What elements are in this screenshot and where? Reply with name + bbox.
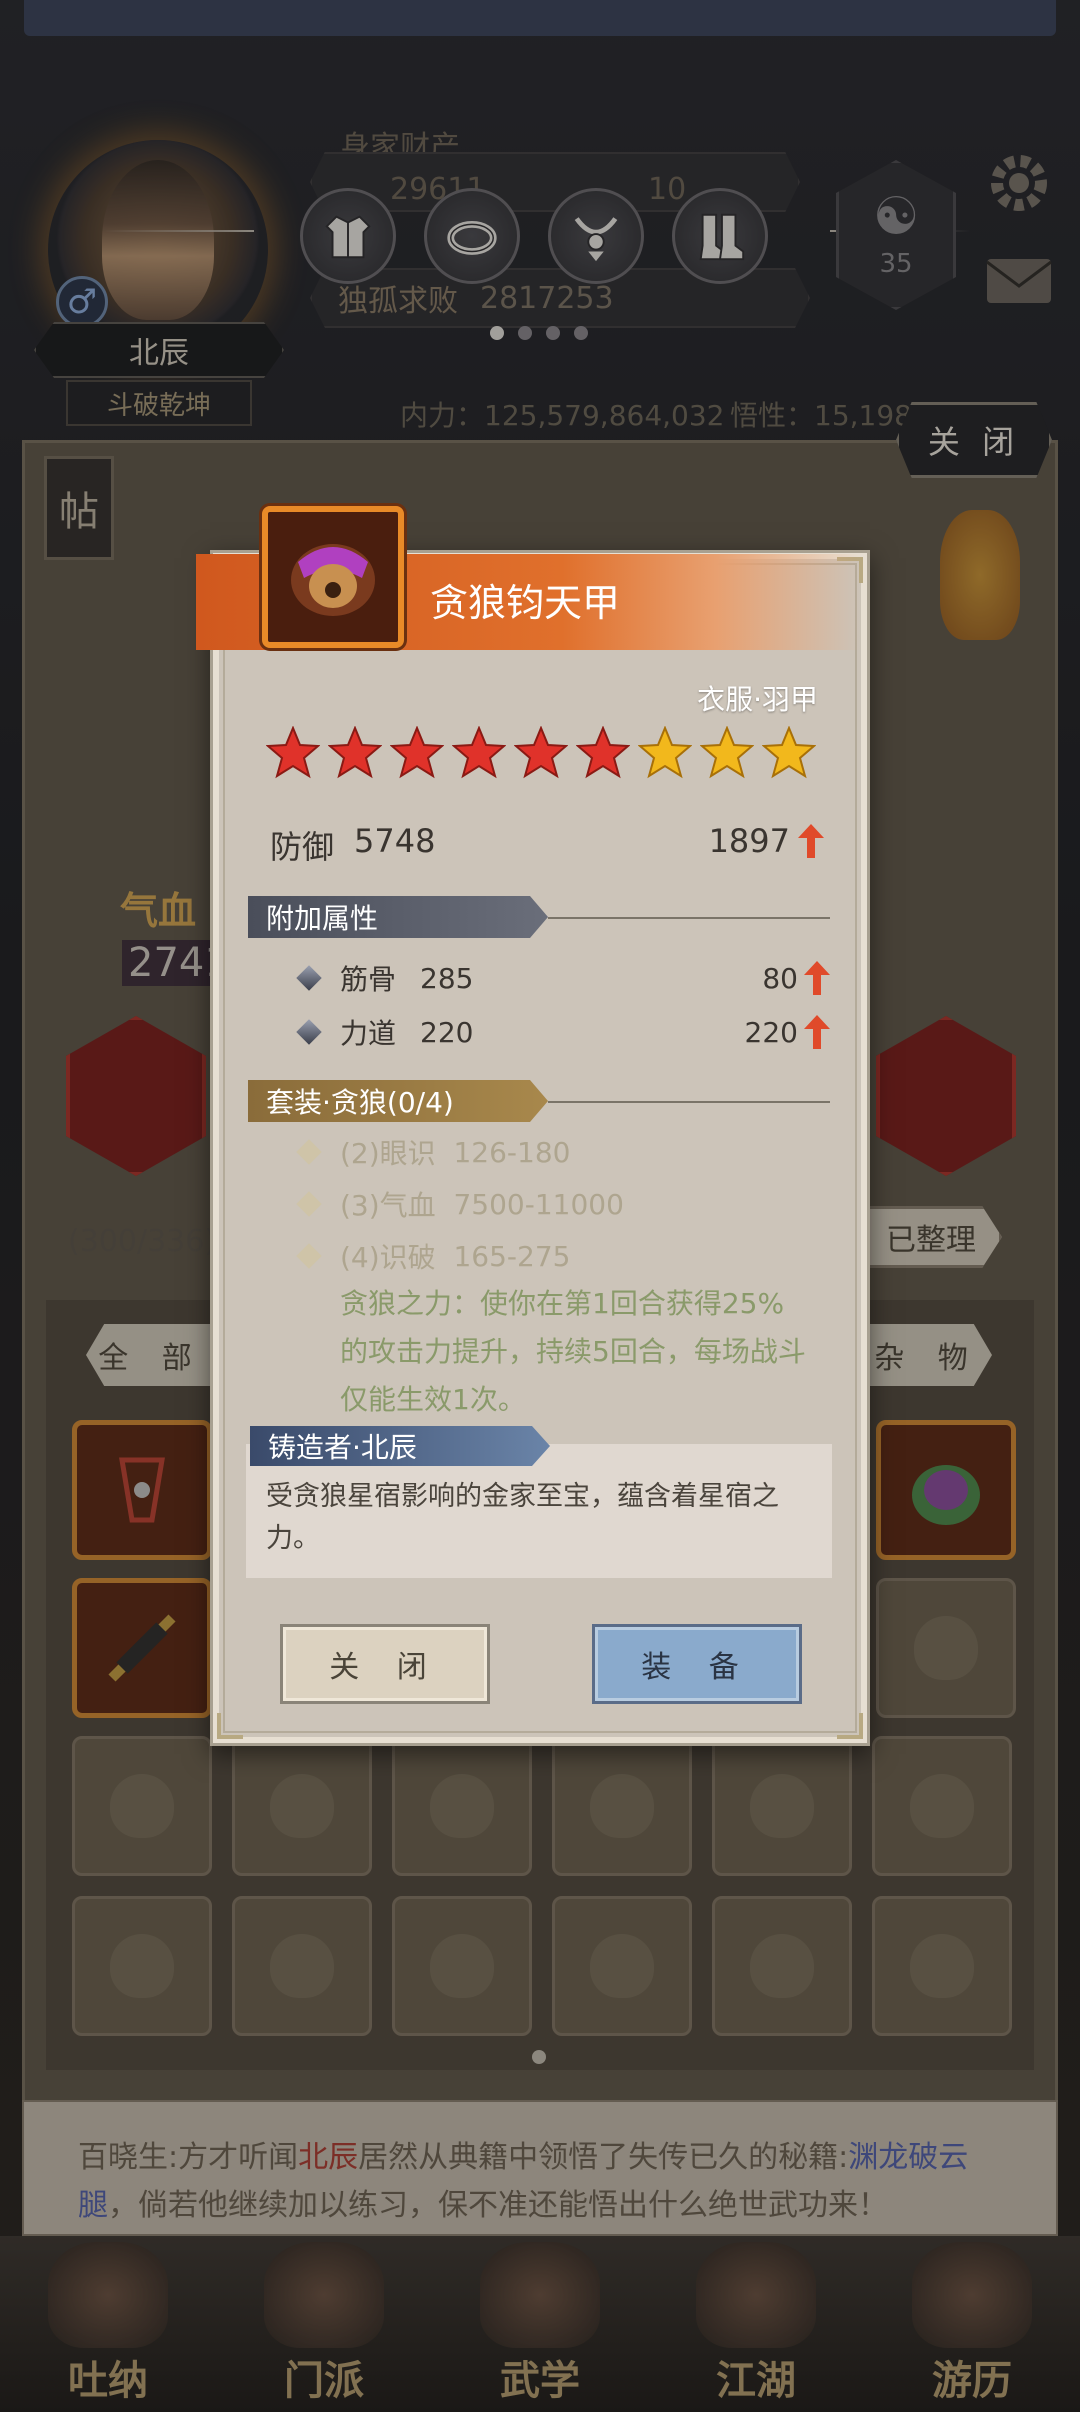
defense-value: 5748	[354, 822, 436, 860]
set-bonus-row: (3)气血 7500-11000	[296, 1184, 624, 1224]
set-bonus-description: 贪狼之力：使你在第1回合获得25%的攻击力提升，持续5回合，每场战斗仅能生效1次…	[340, 1287, 806, 1416]
red-star-icon	[452, 726, 506, 779]
armor-item-icon	[291, 544, 375, 616]
maker-description: 受贪狼星宿影响的金家至宝，蕴含着星宿之力。	[266, 1481, 779, 1554]
red-star-icon	[266, 726, 320, 779]
defense-label: 防御	[270, 828, 335, 866]
red-star-icon	[390, 726, 444, 779]
diamond-icon	[296, 1139, 322, 1165]
set-bonus-row: (4)识破 165-275	[296, 1236, 570, 1276]
attr-row: 筋骨 285 80	[296, 958, 830, 998]
close-button[interactable]: 关 闭	[280, 1624, 490, 1704]
item-name: 贪狼钧天甲	[430, 581, 621, 625]
set-bonus-header: 套装·贪狼(0/4)	[248, 1080, 548, 1122]
up-arrow-icon	[804, 961, 830, 995]
gold-star-icon	[638, 726, 692, 779]
gold-star-icon	[700, 726, 754, 779]
diamond-icon	[296, 965, 322, 991]
up-arrow-icon	[804, 1015, 830, 1049]
defense-delta: 1897	[709, 822, 824, 860]
item-stars	[266, 726, 816, 780]
set-bonus-row: (2)眼识 126-180	[296, 1132, 570, 1172]
maker-header: 铸造者·北辰	[250, 1426, 550, 1466]
defense-delta-value: 1897	[708, 822, 790, 860]
diamond-icon	[296, 1243, 322, 1269]
attr-row: 力道 220 220	[296, 1012, 830, 1052]
equip-button[interactable]: 装 备	[592, 1624, 802, 1704]
red-star-icon	[576, 726, 630, 779]
gold-star-icon	[762, 726, 816, 779]
up-arrow-icon	[798, 824, 824, 858]
diamond-icon	[296, 1191, 322, 1217]
item-type: 衣服·羽甲	[697, 683, 818, 716]
red-star-icon	[328, 726, 382, 779]
item-icon	[262, 506, 404, 648]
extra-attrs-header: 附加属性	[248, 896, 548, 938]
red-star-icon	[514, 726, 568, 779]
diamond-icon	[296, 1019, 322, 1045]
